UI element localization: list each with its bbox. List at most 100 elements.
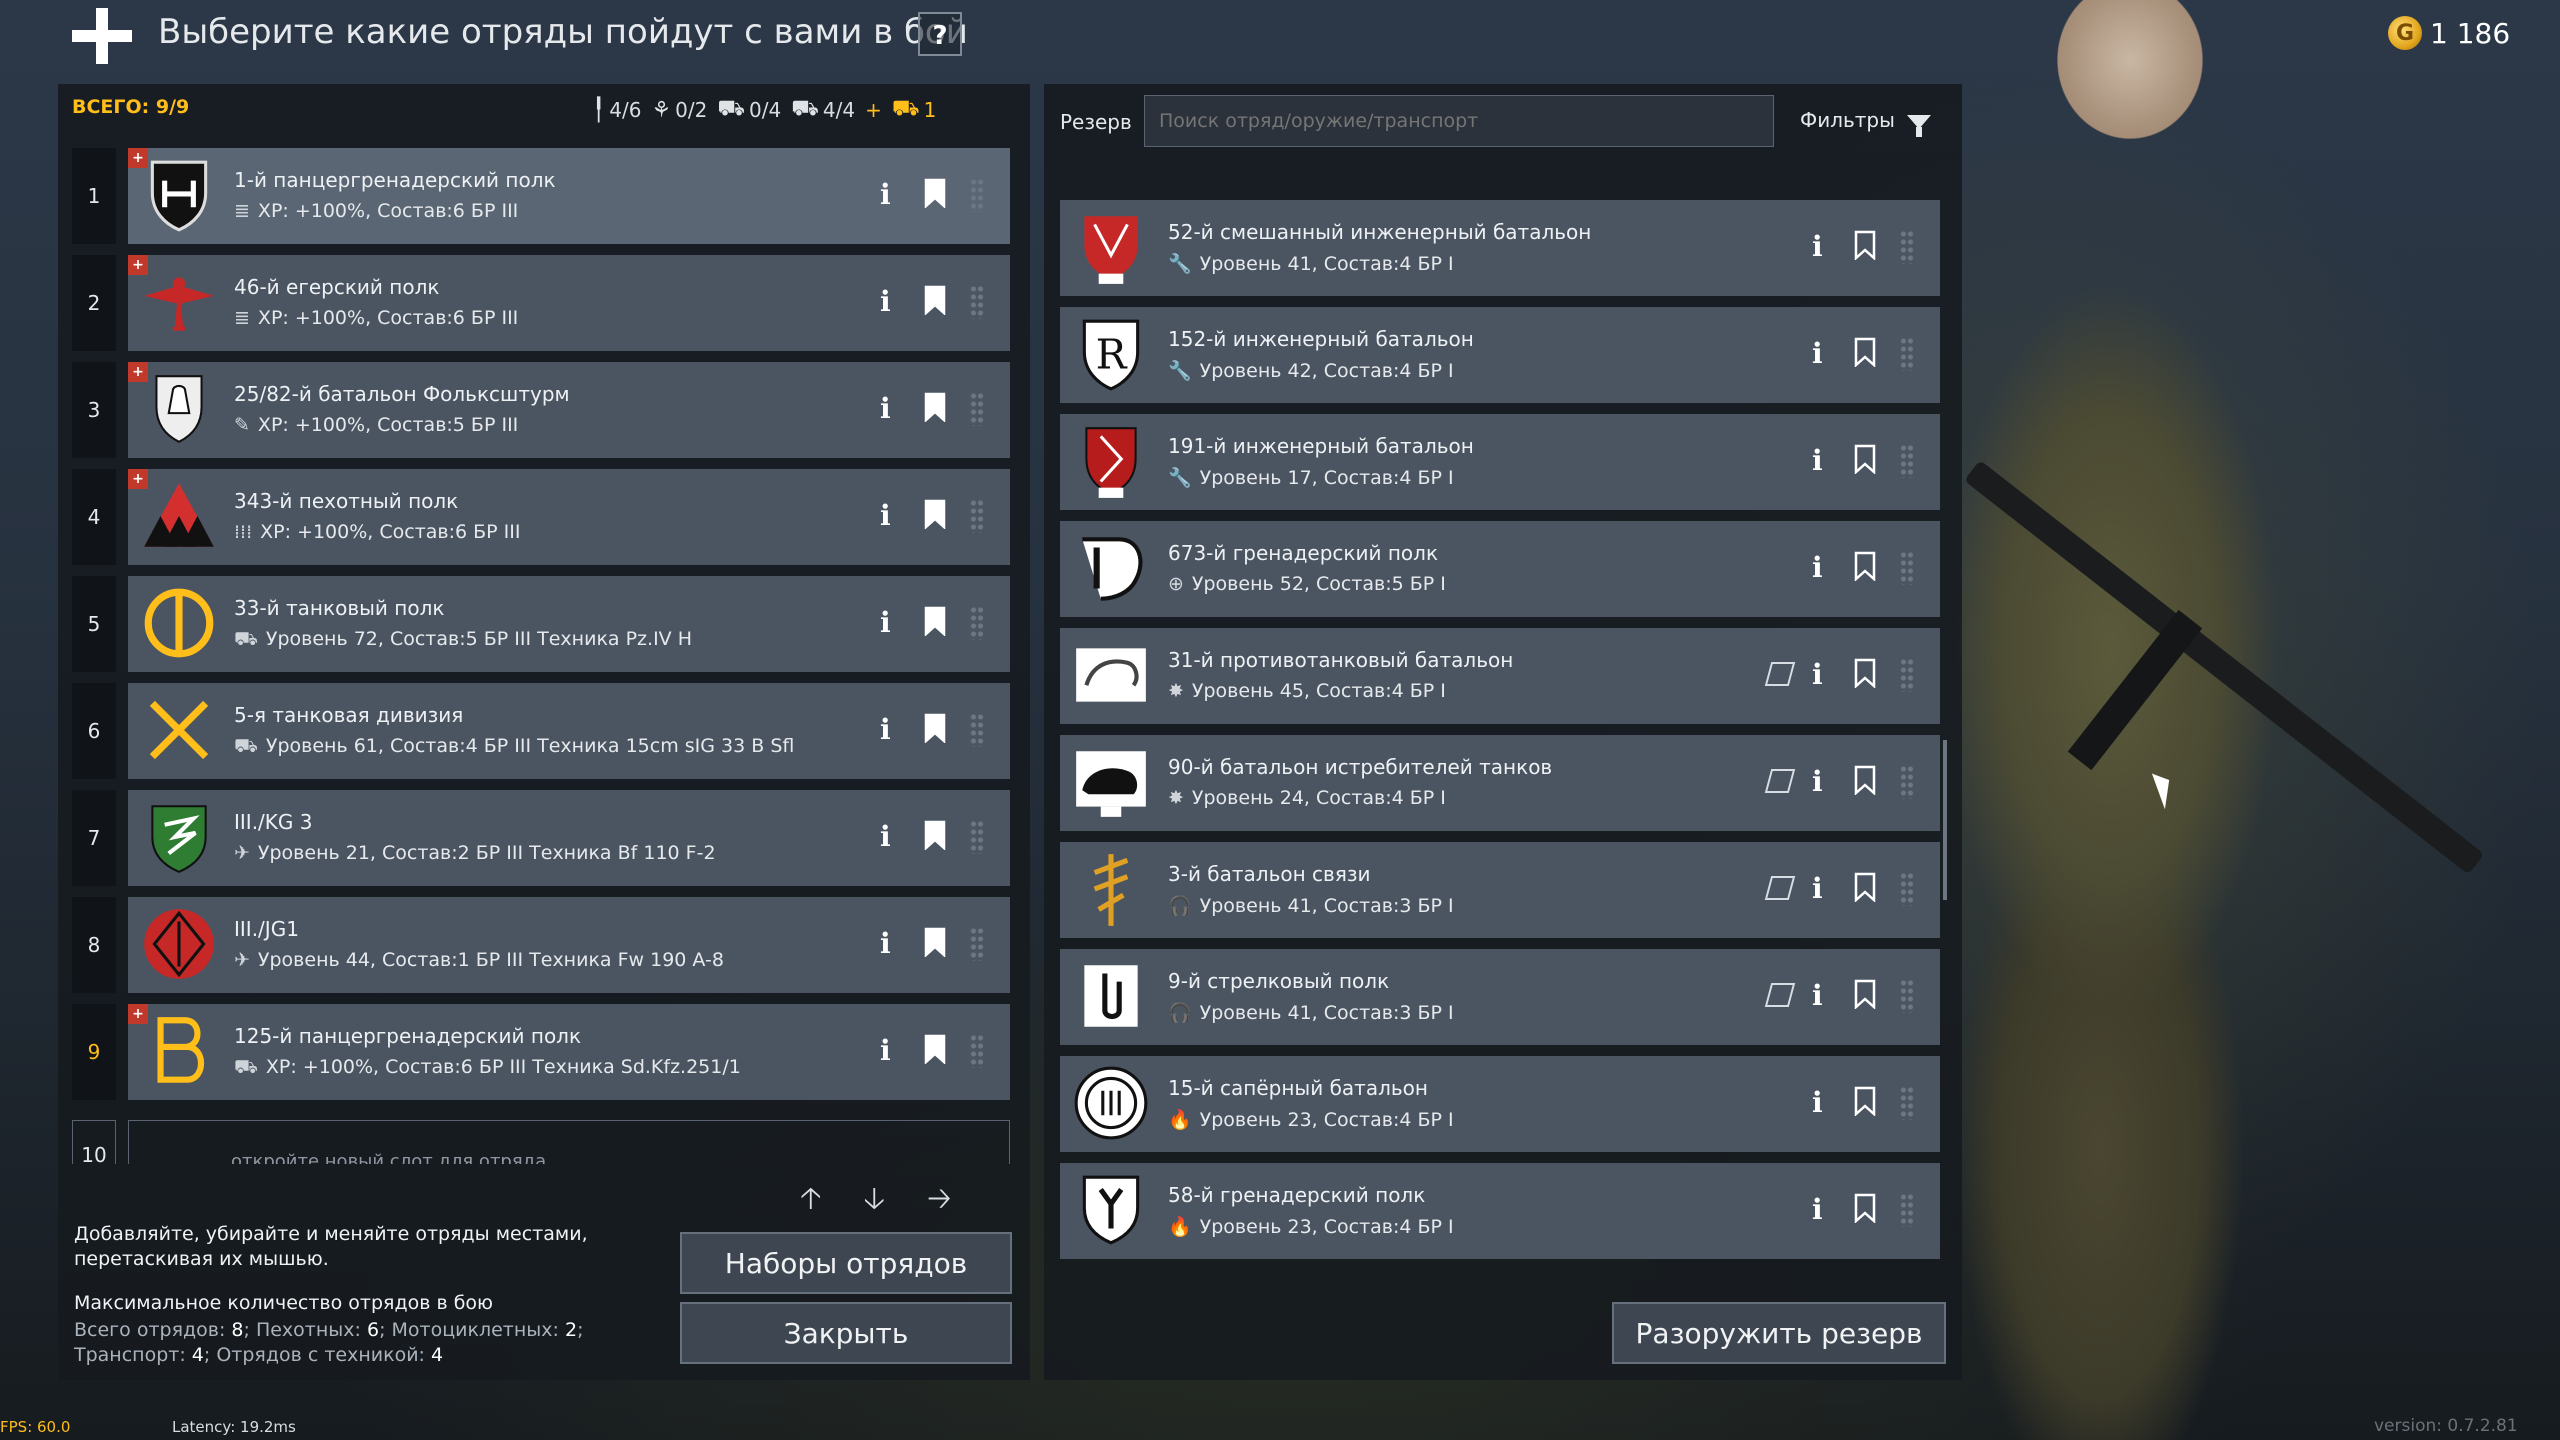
info-icon[interactable]: i — [880, 927, 891, 960]
info-icon[interactable]: i — [1812, 765, 1823, 798]
close-button[interactable]: Закрыть — [680, 1302, 1012, 1364]
squad-row[interactable]: 3 +25/82-й батальон Фольксштурм ✎ XP: +100%… — [72, 362, 1012, 458]
bookmark-icon[interactable] — [924, 285, 946, 316]
squad-row[interactable]: 5 33-й танковый полк ⛟ Уровень 72, Состав:5… — [72, 576, 1012, 672]
squad-row[interactable]: 2 +46-й егерский полк ≣ XP: +100%, Состав:6… — [72, 255, 1012, 351]
squad-card[interactable]: 5-я танковая дивизия ⛟ Уровень 61, Состав:… — [128, 683, 1010, 779]
reserve-squad-card[interactable]: 15-й сапёрный батальон 🔥 Уровень 23, Соста… — [1060, 1056, 1940, 1152]
drag-handle-icon[interactable] — [970, 1034, 984, 1068]
bookmark-icon[interactable] — [924, 392, 946, 423]
arrow-down-icon[interactable]: 🡣 — [864, 1176, 886, 1227]
drag-handle-icon[interactable] — [1900, 1086, 1914, 1120]
bookmark-icon[interactable] — [1854, 230, 1876, 261]
drag-handle-icon[interactable] — [970, 820, 984, 854]
info-icon[interactable]: i — [880, 499, 891, 532]
reserve-squad-card[interactable]: 58-й гренадерский полк 🔥 Уровень 23, Соста… — [1060, 1163, 1940, 1259]
reserve-squad-card[interactable]: 52-й смешанный инженерный батальон 🔧 Урове… — [1060, 200, 1940, 296]
reserve-squad-card[interactable]: 31-й противотанковый батальон ✸ Уровень 45… — [1060, 628, 1940, 724]
reserve-squad-row[interactable]: 9-й стрелковый полк 🎧 Уровень 41, Состав:3… — [1060, 949, 1940, 1045]
new-slot[interactable]: 10 откройте новый слот для отряда — [72, 1120, 1012, 1164]
bookmark-icon[interactable] — [1854, 551, 1876, 582]
info-icon[interactable]: i — [1812, 444, 1823, 477]
drag-handle-icon[interactable] — [1900, 658, 1914, 692]
squad-row[interactable]: 1 +1-й панцергренадерский полк ≣ XP: +100%,… — [72, 148, 1012, 244]
reserve-squad-row[interactable]: 3-й батальон связи 🎧 Уровень 41, Состав:3 … — [1060, 842, 1940, 938]
bookmark-icon[interactable] — [1854, 1086, 1876, 1117]
bookmark-icon[interactable] — [924, 820, 946, 851]
squad-row[interactable]: 7 III./KG 3 ✈ Уровень 21, Состав:2 БР III Т… — [72, 790, 1012, 886]
reserve-squad-row[interactable]: 90-й батальон истребителей танков ✸ Уровен… — [1060, 735, 1940, 831]
reserve-squad-row[interactable]: 191-й инженерный батальон 🔧 Уровень 17, Со… — [1060, 414, 1940, 510]
bookmark-icon[interactable] — [1854, 1193, 1876, 1224]
reserve-squad-row[interactable]: 58-й гренадерский полк 🔥 Уровень 23, Соста… — [1060, 1163, 1940, 1259]
squad-card[interactable]: +343-й пехотный полк ⁞⁞⁞ XP: +100%, Состав… — [128, 469, 1010, 565]
bookmark-icon[interactable] — [1854, 872, 1876, 903]
drag-handle-icon[interactable] — [1900, 337, 1914, 371]
drag-handle-icon[interactable] — [1900, 444, 1914, 478]
info-icon[interactable]: i — [1812, 872, 1823, 905]
info-icon[interactable]: i — [880, 285, 891, 318]
bookmark-icon[interactable] — [924, 606, 946, 637]
squad-card[interactable]: +1-й панцергренадерский полк ≣ XP: +100%, … — [128, 148, 1010, 244]
bookmark-icon[interactable] — [924, 713, 946, 744]
arrow-right-icon[interactable]: 🡢 — [927, 1176, 951, 1227]
bookmark-icon[interactable] — [924, 178, 946, 209]
bookmark-icon[interactable] — [1854, 765, 1876, 796]
bookmark-icon[interactable] — [1854, 337, 1876, 368]
drag-handle-icon[interactable] — [970, 285, 984, 319]
info-icon[interactable]: i — [1812, 551, 1823, 584]
manual-icon[interactable] — [1764, 769, 1796, 793]
drag-handle-icon[interactable] — [1900, 1193, 1914, 1227]
reserve-squad-card[interactable]: 673-й гренадерский полк ⊕ Уровень 52, Сост… — [1060, 521, 1940, 617]
info-icon[interactable]: i — [880, 392, 891, 425]
drag-handle-icon[interactable] — [1900, 872, 1914, 906]
drag-handle-icon[interactable] — [970, 927, 984, 961]
bookmark-icon[interactable] — [1854, 979, 1876, 1010]
reserve-squad-row[interactable]: 31-й противотанковый батальон ✸ Уровень 45… — [1060, 628, 1940, 724]
bookmark-icon[interactable] — [924, 927, 946, 958]
reserve-squad-card[interactable]: 90-й батальон истребителей танков ✸ Уровен… — [1060, 735, 1940, 831]
drag-handle-icon[interactable] — [970, 499, 984, 533]
reserve-squad-row[interactable]: 52-й смешанный инженерный батальон 🔧 Урове… — [1060, 200, 1940, 296]
manual-icon[interactable] — [1764, 662, 1796, 686]
squad-row[interactable]: 4 +343-й пехотный полк ⁞⁞⁞ XP: +100%, Соста… — [72, 469, 1012, 565]
squad-card[interactable]: +25/82-й батальон Фольксштурм ✎ XP: +100%,… — [128, 362, 1010, 458]
squad-card[interactable]: III./KG 3 ✈ Уровень 21, Состав:2 БР III Те… — [128, 790, 1010, 886]
squad-card[interactable]: 33-й танковый полк ⛟ Уровень 72, Состав:5 … — [128, 576, 1010, 672]
squad-card[interactable]: +125-й панцергренадерский полк ⛟ XP: +100%… — [128, 1004, 1010, 1100]
info-icon[interactable]: i — [880, 820, 891, 853]
reserve-squad-card[interactable]: 3-й батальон связи 🎧 Уровень 41, Состав:3 … — [1060, 842, 1940, 938]
arrow-up-icon[interactable]: 🡡 — [800, 1176, 822, 1227]
info-icon[interactable]: i — [1812, 337, 1823, 370]
info-icon[interactable]: i — [1812, 979, 1823, 1012]
bookmark-icon[interactable] — [1854, 658, 1876, 689]
info-icon[interactable]: i — [1812, 1193, 1823, 1226]
drag-handle-icon[interactable] — [970, 606, 984, 640]
manual-icon[interactable] — [1764, 983, 1796, 1007]
drag-handle-icon[interactable] — [970, 713, 984, 747]
new-slot-card[interactable]: откройте новый слот для отряда — [128, 1120, 1010, 1164]
bookmark-icon[interactable] — [924, 1034, 946, 1065]
drag-handle-icon[interactable] — [970, 392, 984, 426]
bookmark-icon[interactable] — [1854, 444, 1876, 475]
squad-row[interactable]: 8 III./JG1 ✈ Уровень 44, Состав:1 БР III Те… — [72, 897, 1012, 993]
reserve-squad-row[interactable]: 15-й сапёрный батальон 🔥 Уровень 23, Соста… — [1060, 1056, 1940, 1152]
squad-presets-button[interactable]: Наборы отрядов — [680, 1232, 1012, 1294]
drag-handle-icon[interactable] — [1900, 979, 1914, 1013]
squad-card[interactable]: III./JG1 ✈ Уровень 44, Состав:1 БР III Тех… — [128, 897, 1010, 993]
squad-row[interactable]: 6 5-я танковая дивизия ⛟ Уровень 61, Состав… — [72, 683, 1012, 779]
squad-card[interactable]: +46-й егерский полк ≣ XP: +100%, Состав:6 … — [128, 255, 1010, 351]
filters-button[interactable]: Фильтры — [1800, 108, 1931, 137]
reserve-squad-row[interactable]: R 152-й инженерный батальон 🔧 Уровень 42, С… — [1060, 307, 1940, 403]
info-icon[interactable]: i — [880, 178, 891, 211]
reserve-squad-card[interactable]: 9-й стрелковый полк 🎧 Уровень 41, Состав:3… — [1060, 949, 1940, 1045]
drag-handle-icon[interactable] — [1900, 765, 1914, 799]
squad-row[interactable]: 9 +125-й панцергренадерский полк ⛟ XP: +100… — [72, 1004, 1012, 1100]
reserve-squad-card[interactable]: 191-й инженерный батальон 🔧 Уровень 17, Со… — [1060, 414, 1940, 510]
drag-handle-icon[interactable] — [1900, 230, 1914, 264]
reserve-squad-card[interactable]: R 152-й инженерный батальон 🔧 Уровень 42, С… — [1060, 307, 1940, 403]
search-input[interactable] — [1144, 95, 1774, 147]
info-icon[interactable]: i — [1812, 658, 1823, 691]
drag-handle-icon[interactable] — [970, 178, 984, 212]
reserve-squad-row[interactable]: 673-й гренадерский полк ⊕ Уровень 52, Сост… — [1060, 521, 1940, 617]
